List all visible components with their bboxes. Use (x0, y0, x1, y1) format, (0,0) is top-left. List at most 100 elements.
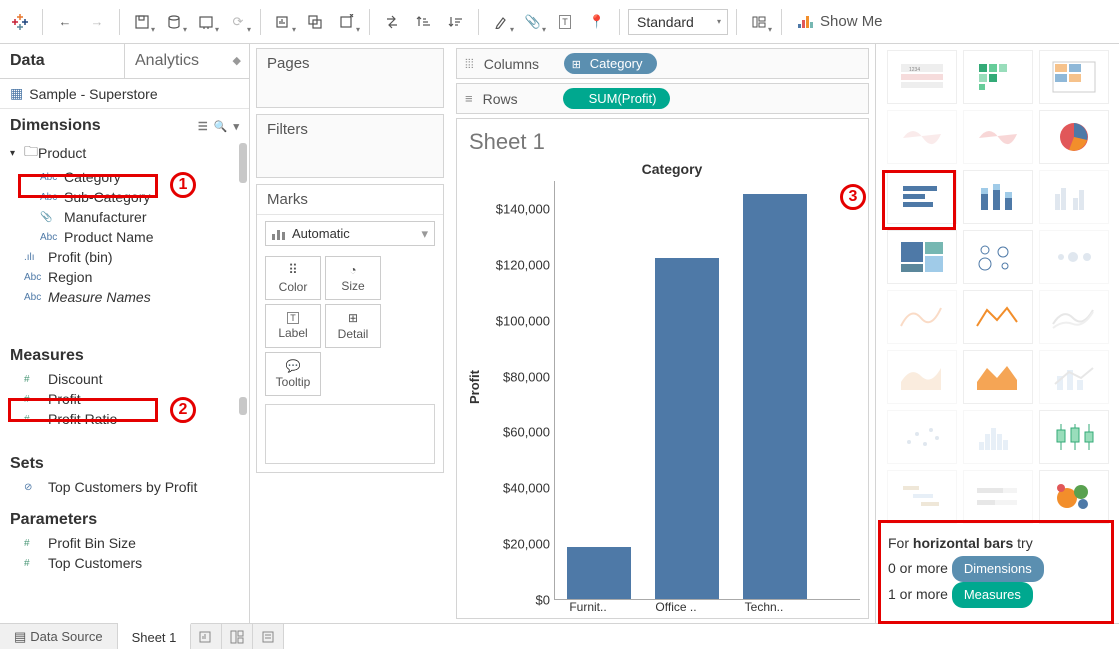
sm-line-discrete[interactable] (963, 290, 1033, 344)
marks-type-selector[interactable]: Automatic ▾ (265, 221, 435, 246)
sm-histogram[interactable] (963, 410, 1033, 464)
sm-line-continuous[interactable] (887, 290, 957, 344)
sm-area-discrete[interactable] (963, 350, 1033, 404)
new-worksheet-button[interactable]: ▾ (269, 8, 297, 36)
show-me-hint: For horizontal bars try 0 or more Dimens… (882, 524, 1113, 612)
sm-symbol-map[interactable] (887, 110, 957, 164)
columns-icon: ⦙⦙⦙ (465, 56, 474, 72)
sm-box-plot[interactable] (1039, 410, 1109, 464)
show-me-button[interactable]: Show Me (790, 8, 891, 36)
back-button[interactable]: ← (51, 8, 79, 36)
parameters-header: Parameters (10, 511, 97, 529)
marks-detail-button[interactable]: ⊞Detail (325, 304, 381, 348)
rows-shelf[interactable]: ≡ Rows SUM(Profit) (456, 83, 869, 114)
marks-label-button[interactable]: TLabel (265, 304, 321, 348)
top-toolbar: ← → ▾ ▾ ▾ ⟳▾ ▾ ▾ ▾ 📎▾ T 📍 Standard▾ ▾ Sh… (0, 0, 1119, 44)
new-sheet-button[interactable] (191, 624, 222, 649)
field-measure-names[interactable]: AbcMeasure Names (4, 287, 245, 307)
tab-data[interactable]: Data (0, 44, 124, 78)
forward-button[interactable]: → (83, 8, 111, 36)
columns-pill-category[interactable]: ⊞Category (564, 53, 657, 74)
fit-selector[interactable]: Standard▾ (628, 9, 728, 35)
bar[interactable] (655, 258, 719, 599)
group-button[interactable]: 📎▾ (519, 8, 547, 36)
x-tick: Office .. (644, 600, 708, 614)
tab-sheet-1[interactable]: Sheet 1 (118, 623, 192, 649)
sm-filled-map[interactable] (963, 110, 1033, 164)
clear-sheet-button[interactable]: ▾ (333, 8, 361, 36)
marks-color-button[interactable]: ⠿Color (265, 256, 321, 300)
measures-scrollbar[interactable] (239, 397, 247, 415)
y-tick: $80,000 (503, 369, 550, 384)
field-profit[interactable]: #Profit (4, 389, 245, 409)
sm-circle-views[interactable] (963, 230, 1033, 284)
tab-analytics[interactable]: Analytics ◆ (124, 44, 249, 78)
show-labels-button[interactable]: T (551, 8, 579, 36)
marks-size-button[interactable]: ◔Size (325, 256, 381, 300)
pin-button[interactable]: 📍 (583, 8, 611, 36)
sm-packed-bubbles[interactable] (1039, 470, 1109, 524)
sm-dual-combo[interactable] (1039, 350, 1109, 404)
field-category[interactable]: AbcCategory (4, 167, 245, 187)
swap-button[interactable] (378, 8, 406, 36)
field-product-name[interactable]: AbcProduct Name (4, 227, 245, 247)
sort-desc-button[interactable] (442, 8, 470, 36)
pages-shelf[interactable]: Pages (256, 48, 444, 108)
field-profit-ratio[interactable]: #Profit Ratio (4, 409, 245, 429)
sheet-title[interactable]: Sheet 1 (465, 129, 860, 161)
dimensions-scrollbar[interactable] (239, 143, 247, 183)
sm-treemap[interactable] (887, 230, 957, 284)
sm-pie[interactable] (1039, 110, 1109, 164)
sm-heatmap[interactable] (963, 50, 1033, 104)
bar[interactable] (567, 547, 631, 599)
save-button[interactable]: ▾ (128, 8, 156, 36)
sm-dual-line[interactable] (1039, 290, 1109, 344)
datasource-row[interactable]: ▦ Sample - Superstore (0, 79, 249, 109)
y-tick: $0 (536, 593, 550, 608)
sort-asc-button[interactable] (410, 8, 438, 36)
cards-toggle-button[interactable]: ▾ (745, 8, 773, 36)
view-as-icon[interactable]: ☰ (198, 120, 208, 133)
number-icon: # (24, 558, 48, 569)
sm-highlight-table[interactable] (1039, 50, 1109, 104)
param-profit-bin-size[interactable]: #Profit Bin Size (4, 533, 245, 553)
field-discount[interactable]: #Discount (4, 369, 245, 389)
field-product-folder[interactable]: ▾🗀Product (4, 139, 245, 167)
y-axis-ticks: $0$20,000$40,000$60,000$80,000$100,000$1… (484, 181, 554, 600)
sm-text-table[interactable]: 1234 (887, 50, 957, 104)
set-icon: ⊘ (24, 482, 48, 493)
duplicate-sheet-button[interactable] (301, 8, 329, 36)
field-subcategory[interactable]: AbcSub-Category (4, 187, 245, 207)
sm-gantt[interactable] (887, 470, 957, 524)
autoupdate-button[interactable]: ▾ (192, 8, 220, 36)
chart-bars[interactable] (554, 181, 860, 600)
marks-drop-zone[interactable] (265, 404, 435, 464)
filters-shelf[interactable]: Filters (256, 114, 444, 178)
rows-pill-sum-profit[interactable]: SUM(Profit) (563, 88, 671, 109)
field-top-customers-set[interactable]: ⊘Top Customers by Profit (4, 477, 245, 497)
refresh-button[interactable]: ⟳▾ (224, 8, 252, 36)
field-region[interactable]: AbcRegion (4, 267, 245, 287)
x-tick: Furnit.. (556, 600, 620, 614)
sm-side-by-side-bars[interactable] (1039, 170, 1109, 224)
sm-stacked-bars[interactable] (963, 170, 1033, 224)
sm-scatter[interactable] (887, 410, 957, 464)
columns-shelf[interactable]: ⦙⦙⦙ Columns ⊞Category (456, 48, 869, 79)
sm-bullet[interactable] (963, 470, 1033, 524)
sm-side-circles[interactable] (1039, 230, 1109, 284)
marks-tooltip-button[interactable]: 💬Tooltip (265, 352, 321, 396)
highlight-button[interactable]: ▾ (487, 8, 515, 36)
new-story-button[interactable] (253, 624, 284, 649)
param-top-customers[interactable]: #Top Customers (4, 553, 245, 573)
sm-horizontal-bars[interactable] (887, 170, 957, 224)
sm-area-continuous[interactable] (887, 350, 957, 404)
bar[interactable] (743, 194, 807, 599)
search-fields-icon[interactable]: 🔍 (214, 120, 228, 133)
new-datasource-button[interactable]: ▾ (160, 8, 188, 36)
fields-menu-icon[interactable]: ▾ (233, 120, 239, 133)
field-manufacturer[interactable]: 📎Manufacturer (4, 207, 245, 227)
new-dashboard-button[interactable] (222, 624, 253, 649)
tab-data-source[interactable]: ▤Data Source (0, 624, 118, 649)
field-profit-bin[interactable]: .ılıProfit (bin) (4, 247, 245, 267)
show-me-panel: 1234 (875, 44, 1119, 623)
